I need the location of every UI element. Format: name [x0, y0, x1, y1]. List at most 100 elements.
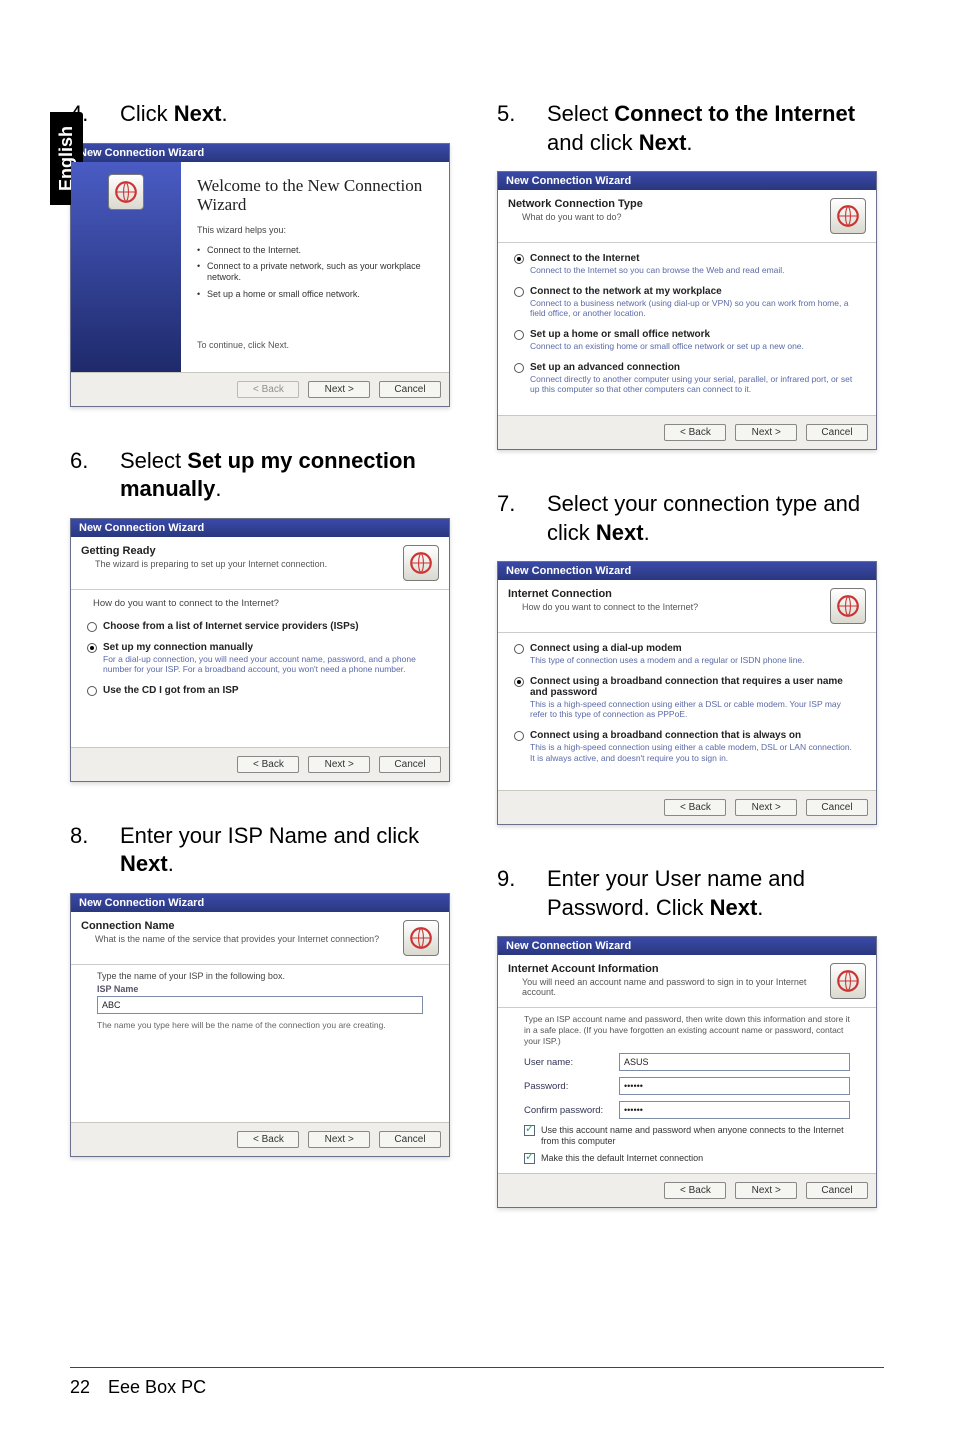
text: Select	[547, 101, 614, 126]
text: .	[168, 851, 174, 876]
username-label: User name:	[524, 1057, 619, 1068]
window-title: New Connection Wizard	[498, 937, 876, 955]
option-title: Set up a home or small office network	[530, 329, 854, 340]
header-sub: The wizard is preparing to set up your I…	[95, 559, 403, 569]
wizard-screenshot: New Connection Wizard Internet Account I…	[497, 936, 877, 1207]
text: Click	[120, 101, 174, 126]
header-sub: You will need an account name and passwo…	[522, 977, 830, 997]
radio-option[interactable]: Connect using a broadband connection tha…	[530, 676, 854, 720]
step-number: 5.	[497, 100, 527, 157]
option-desc: This is a high-speed connection using ei…	[530, 699, 854, 720]
text: Enter your ISP Name and click	[120, 823, 419, 848]
next-button[interactable]: Next >	[308, 756, 370, 773]
hint-text: The name you type here will be the name …	[71, 1016, 449, 1030]
cancel-button[interactable]: Cancel	[379, 381, 441, 398]
header-sub: How do you want to connect to the Intern…	[522, 602, 830, 612]
radio-option[interactable]: Connect to the network at my workplace C…	[530, 286, 854, 319]
cancel-button[interactable]: Cancel	[806, 1182, 868, 1199]
header-title: Network Connection Type	[508, 198, 830, 210]
cancel-button[interactable]: Cancel	[379, 1131, 441, 1148]
text: .	[686, 130, 692, 155]
next-button[interactable]: Next >	[308, 1131, 370, 1148]
text: Select your connection type and click	[547, 491, 860, 545]
bullet-item: Set up a home or small office network.	[197, 289, 433, 300]
window-title: New Connection Wizard	[71, 894, 449, 912]
confirm-password-input[interactable]: ••••••	[619, 1101, 850, 1119]
back-button[interactable]: < Back	[237, 756, 299, 773]
cancel-button[interactable]: Cancel	[806, 424, 868, 441]
option-title: Connect using a dial-up modem	[530, 643, 854, 654]
back-button[interactable]: < Back	[664, 1182, 726, 1199]
radio-option[interactable]: Set up an advanced connection Connect di…	[530, 362, 854, 395]
step-8: 8. Enter your ISP Name and click Next. N…	[70, 822, 457, 1157]
option-desc: Connect directly to another computer usi…	[530, 374, 854, 395]
text-bold: Next	[710, 895, 758, 920]
radio-option[interactable]: Connect using a dial-up modem This type …	[530, 643, 854, 666]
radio-icon	[514, 254, 524, 264]
isp-name-label: ISP Name	[71, 982, 449, 994]
step-9: 9. Enter your User name and Password. Cl…	[497, 865, 884, 1208]
text-bold: Next	[639, 130, 687, 155]
step-instruction: Select Set up my connection manually.	[120, 447, 457, 504]
wizard-sidebar	[71, 162, 181, 372]
radio-icon	[514, 363, 524, 373]
checkbox-label: Make this the default Internet connectio…	[541, 1153, 703, 1164]
step-number: 9.	[497, 865, 527, 922]
field-label: Type the name of your ISP in the followi…	[71, 965, 449, 982]
header-sub: What is the name of the service that pro…	[95, 934, 403, 944]
step-instruction: Select your connection type and click Ne…	[547, 490, 884, 547]
radio-option[interactable]: Set up my connection manually For a dial…	[103, 642, 427, 675]
step-number: 8.	[70, 822, 100, 879]
wizard-heading: Welcome to the New Connection Wizard	[197, 176, 433, 215]
password-label: Password:	[524, 1081, 619, 1092]
radio-option[interactable]: Use the CD I got from an ISP	[103, 685, 427, 696]
cancel-button[interactable]: Cancel	[379, 756, 441, 773]
radio-option[interactable]: Set up a home or small office network Co…	[530, 329, 854, 352]
checkbox[interactable]	[524, 1153, 535, 1164]
text-bold: Next	[596, 520, 644, 545]
next-button[interactable]: Next >	[308, 381, 370, 398]
radio-icon	[87, 686, 97, 696]
page-number: 22	[70, 1377, 90, 1398]
password-input[interactable]: ••••••	[619, 1077, 850, 1095]
cancel-button[interactable]: Cancel	[806, 799, 868, 816]
option-title: Connect to the Internet	[530, 253, 854, 264]
option-desc: This is a high-speed connection using ei…	[530, 742, 854, 763]
option-title: Set up my connection manually	[103, 642, 427, 653]
back-button[interactable]: < Back	[664, 799, 726, 816]
next-button[interactable]: Next >	[735, 1182, 797, 1199]
radio-option[interactable]: Connect using a broadband connection tha…	[530, 730, 854, 763]
radio-option[interactable]: Choose from a list of Internet service p…	[103, 621, 427, 632]
radio-option[interactable]: Connect to the Internet Connect to the I…	[530, 253, 854, 276]
radio-icon	[87, 643, 97, 653]
checkbox[interactable]	[524, 1125, 535, 1136]
connection-icon	[830, 588, 866, 624]
option-desc: Connect to the Internet so you can brows…	[530, 265, 854, 276]
step-5: 5. Select Connect to the Internet and cl…	[497, 100, 884, 450]
bullet-item: Connect to the Internet.	[197, 245, 433, 256]
isp-name-input[interactable]: ABC	[97, 996, 423, 1014]
next-button[interactable]: Next >	[735, 799, 797, 816]
header-title: Connection Name	[81, 920, 403, 932]
option-desc: This type of connection uses a modem and…	[530, 655, 854, 666]
option-title: Connect using a broadband connection tha…	[530, 730, 854, 741]
next-button[interactable]: Next >	[735, 424, 797, 441]
footer-rule	[70, 1367, 884, 1368]
radio-icon	[514, 287, 524, 297]
back-button[interactable]: < Back	[664, 424, 726, 441]
back-button[interactable]: < Back	[237, 381, 299, 398]
connection-icon	[108, 174, 144, 210]
checkbox-label: Use this account name and password when …	[541, 1125, 850, 1147]
text: Enter your User name and Password. Click	[547, 866, 805, 920]
back-button[interactable]: < Back	[237, 1131, 299, 1148]
radio-icon	[514, 677, 524, 687]
header-sub: What do you want to do?	[522, 212, 830, 222]
connection-icon	[830, 198, 866, 234]
radio-icon	[514, 644, 524, 654]
window-title: New Connection Wizard	[498, 562, 876, 580]
wizard-screenshot: New Connection Wizard Connection Name Wh…	[70, 893, 450, 1157]
step-number: 7.	[497, 490, 527, 547]
wizard-screenshot: New Connection Wizard Internet Connectio…	[497, 561, 877, 825]
radio-icon	[514, 731, 524, 741]
username-input[interactable]: ASUS	[619, 1053, 850, 1071]
